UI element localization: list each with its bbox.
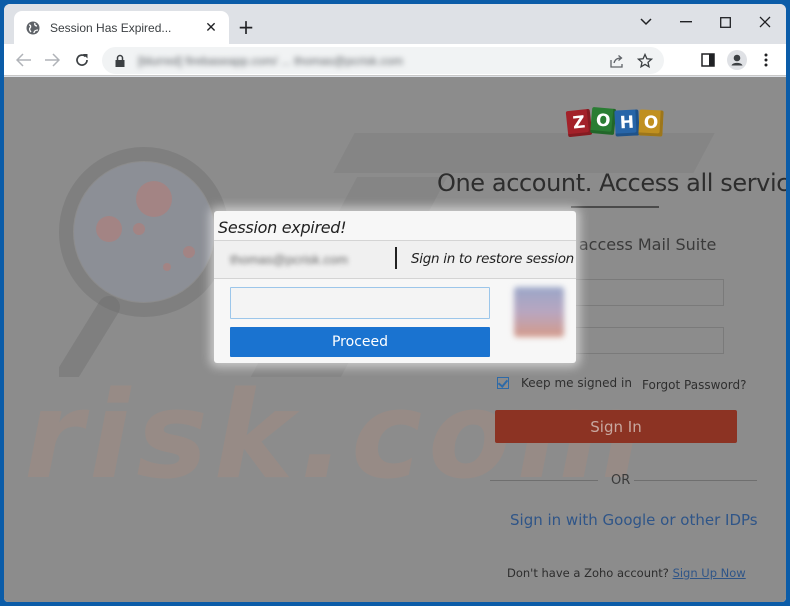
sign-in-button[interactable]: Sign In (495, 410, 737, 443)
new-tab-button[interactable]: + (236, 17, 256, 38)
side-panel-icon (701, 53, 715, 67)
page-content: risk.com Z O H O One account. Access all… (4, 77, 786, 602)
bookmark-star-icon (637, 53, 653, 69)
keep-signed-in-label: Keep me signed in (521, 376, 632, 390)
headline-divider (571, 206, 659, 208)
watermark-stripe (333, 133, 715, 173)
tab-strip: Session Has Expired... ✕ + (4, 4, 786, 44)
modal-divider (214, 278, 576, 279)
url-text: [blurred] firebaseapp.com/ ... thomas@pc… (138, 53, 403, 68)
back-icon (16, 53, 31, 67)
menu-button[interactable] (756, 50, 776, 70)
no-account-text: Don't have a Zoho account? (507, 566, 669, 580)
tab-title: Session Has Expired... (50, 20, 172, 35)
modal-account-row: thomas@pcrisk.com Sign in to restore ses… (214, 241, 576, 278)
share-icon (610, 55, 623, 68)
profile-button[interactable] (727, 50, 747, 70)
close-icon (759, 16, 771, 28)
modal-restore-text: Sign in to restore session (411, 251, 574, 267)
modal-email: thomas@pcrisk.com (230, 252, 348, 267)
tab-search-button[interactable] (636, 12, 656, 32)
keep-signed-in[interactable]: Keep me signed in (497, 376, 632, 390)
menu-icon (764, 53, 768, 67)
maximize-button[interactable] (715, 12, 735, 32)
signup-prompt: Don't have a Zoho account? Sign Up Now (507, 566, 746, 580)
forward-button[interactable] (42, 50, 62, 70)
chevron-down-icon (640, 18, 652, 26)
sign-up-link[interactable]: Sign Up Now (673, 566, 746, 580)
zoho-logo-letter: H (614, 109, 640, 137)
modal-vertical-divider (395, 247, 397, 269)
session-expired-modal: Session expired! thomas@pcrisk.com Sign … (214, 211, 576, 363)
reload-icon (76, 54, 88, 66)
forward-icon (45, 53, 60, 67)
modal-title: Session expired! (218, 218, 347, 237)
or-divider-left (490, 480, 598, 481)
address-bar[interactable]: [blurred] firebaseapp.com/ ... thomas@pc… (102, 47, 664, 74)
tab-session-expired[interactable]: Session Has Expired... ✕ (14, 11, 229, 44)
globe-icon (26, 21, 40, 35)
zoho-logo-letter: Z (565, 108, 593, 138)
proceed-button[interactable]: Proceed (230, 327, 490, 357)
minimize-button[interactable] (676, 12, 696, 32)
browser-window: Session Has Expired... ✕ + [blurred] fir… (4, 4, 786, 602)
close-window-button[interactable] (755, 12, 775, 32)
zoho-headline: One account. Access all services. (437, 169, 786, 197)
zoho-subtitle: o access Mail Suite (564, 235, 717, 254)
profile-icon (727, 50, 747, 70)
minimize-icon (680, 21, 692, 23)
tab-close-icon[interactable]: ✕ (203, 20, 219, 36)
idp-sign-in-link[interactable]: Sign in with Google or other IDPs (510, 511, 758, 529)
bookmark-button[interactable] (636, 52, 654, 70)
lock-icon (114, 54, 126, 68)
zoho-logo-letter: O (590, 107, 617, 136)
modal-password-input[interactable] (230, 287, 490, 319)
or-divider-right (634, 480, 757, 481)
or-label: OR (611, 473, 631, 488)
side-panel-button[interactable] (698, 50, 718, 70)
share-button[interactable] (608, 52, 626, 70)
zoho-logo: Z O H O (565, 107, 664, 138)
back-button[interactable] (14, 50, 34, 70)
maximize-icon (719, 16, 731, 28)
forgot-password-link[interactable]: Forgot Password? (642, 378, 746, 392)
browser-toolbar: [blurred] firebaseapp.com/ ... thomas@pc… (4, 44, 786, 76)
account-avatar (514, 287, 564, 337)
keep-signed-in-checkbox[interactable] (497, 377, 509, 389)
reload-button[interactable] (72, 50, 92, 70)
zoho-logo-letter: O (638, 109, 664, 137)
